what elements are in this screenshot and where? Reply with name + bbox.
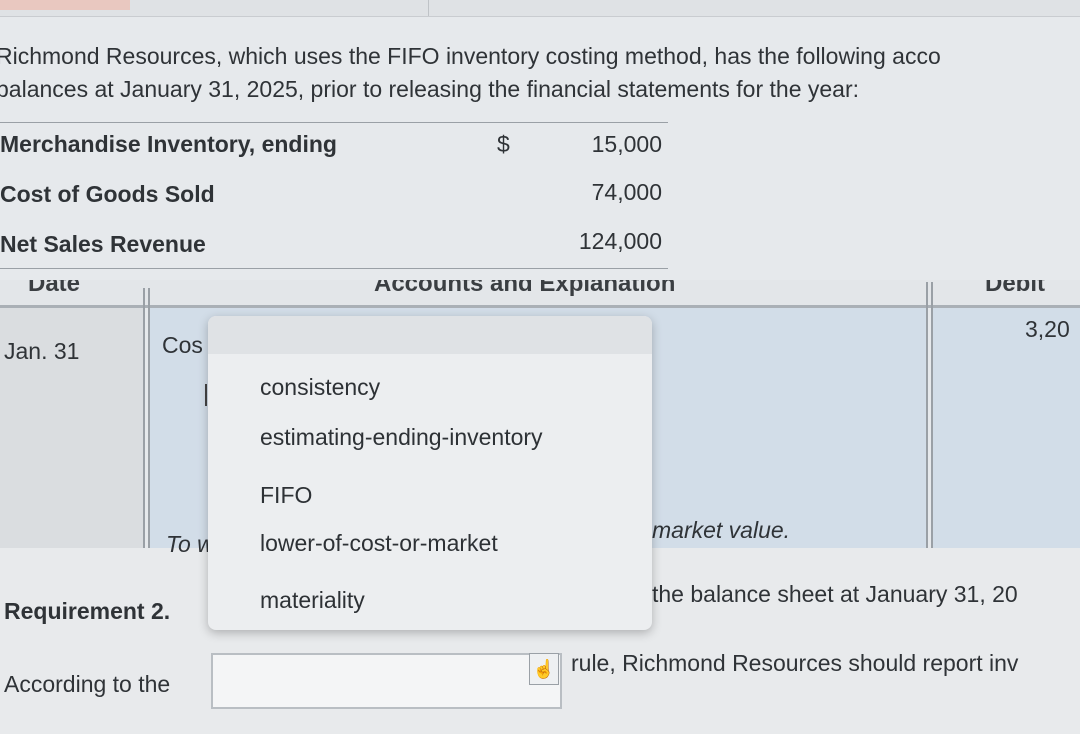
balance-amount-net-sales: 124,000 (578, 228, 662, 254)
dropdown-option-consistency[interactable]: consistency (260, 374, 380, 401)
hand-pointer-icon: ☝ (529, 653, 559, 685)
account-select-value[interactable]: Cos (162, 332, 203, 359)
dropdown-highlight[interactable] (208, 316, 652, 354)
dropdown-option-materiality[interactable]: materiality (260, 587, 365, 614)
debit-cell[interactable] (932, 308, 1080, 548)
divider (0, 16, 1080, 17)
intro-line-1: Richmond Resources, which uses the FIFO … (0, 43, 941, 69)
balance-table-top-rule (0, 122, 668, 123)
dropdown-menu[interactable]: consistency estimating-ending-inventory … (208, 316, 652, 630)
according-prefix: According to the (4, 671, 171, 697)
top-bar-accent (0, 0, 130, 10)
text-caret (205, 384, 207, 406)
journal-date: Jan. 31 (4, 338, 80, 364)
requirement-2-label: Requirement 2. (4, 598, 171, 624)
according-suffix: rule, Richmond Resources should report i… (571, 650, 1019, 676)
top-bar-separator (428, 0, 429, 16)
dropdown-option-fifo[interactable]: FIFO (260, 482, 312, 509)
column-divider (926, 282, 928, 548)
header-debit: Debit (985, 280, 1045, 297)
dollar-sign: $ (497, 131, 510, 157)
dropdown-option-estimating-ending-inventory[interactable]: estimating-ending-inventory (260, 424, 543, 451)
column-divider (148, 288, 150, 570)
journal-header: Date Accounts and Explanation Debit (0, 280, 1080, 306)
intro-line-2: balances at January 31, 2025, prior to r… (0, 76, 860, 102)
balance-amount-inventory: 15,000 (591, 131, 662, 157)
balance-table-bottom-rule (0, 268, 668, 269)
column-divider (931, 282, 933, 548)
explanation-prefix: To w (166, 531, 214, 557)
rule-select[interactable] (211, 653, 562, 709)
balance-label-net-sales: Net Sales Revenue (0, 231, 206, 257)
explanation-suffix: market value. (652, 517, 791, 543)
balance-label-inventory: Merchandise Inventory, ending (0, 131, 337, 157)
column-divider (143, 288, 145, 570)
top-bar (0, 0, 1080, 16)
header-accounts: Accounts and Explanation (374, 280, 676, 297)
debit-value[interactable]: 3,20 (1025, 316, 1070, 343)
requirement-2-text: the balance sheet at January 31, 20 (652, 581, 1018, 607)
header-date: Date (28, 280, 81, 297)
dropdown-option-lower-of-cost-or-market[interactable]: lower-of-cost-or-market (260, 530, 498, 557)
balance-amount-cogs: 74,000 (591, 179, 662, 205)
balance-label-cogs: Cost of Goods Sold (0, 181, 215, 207)
